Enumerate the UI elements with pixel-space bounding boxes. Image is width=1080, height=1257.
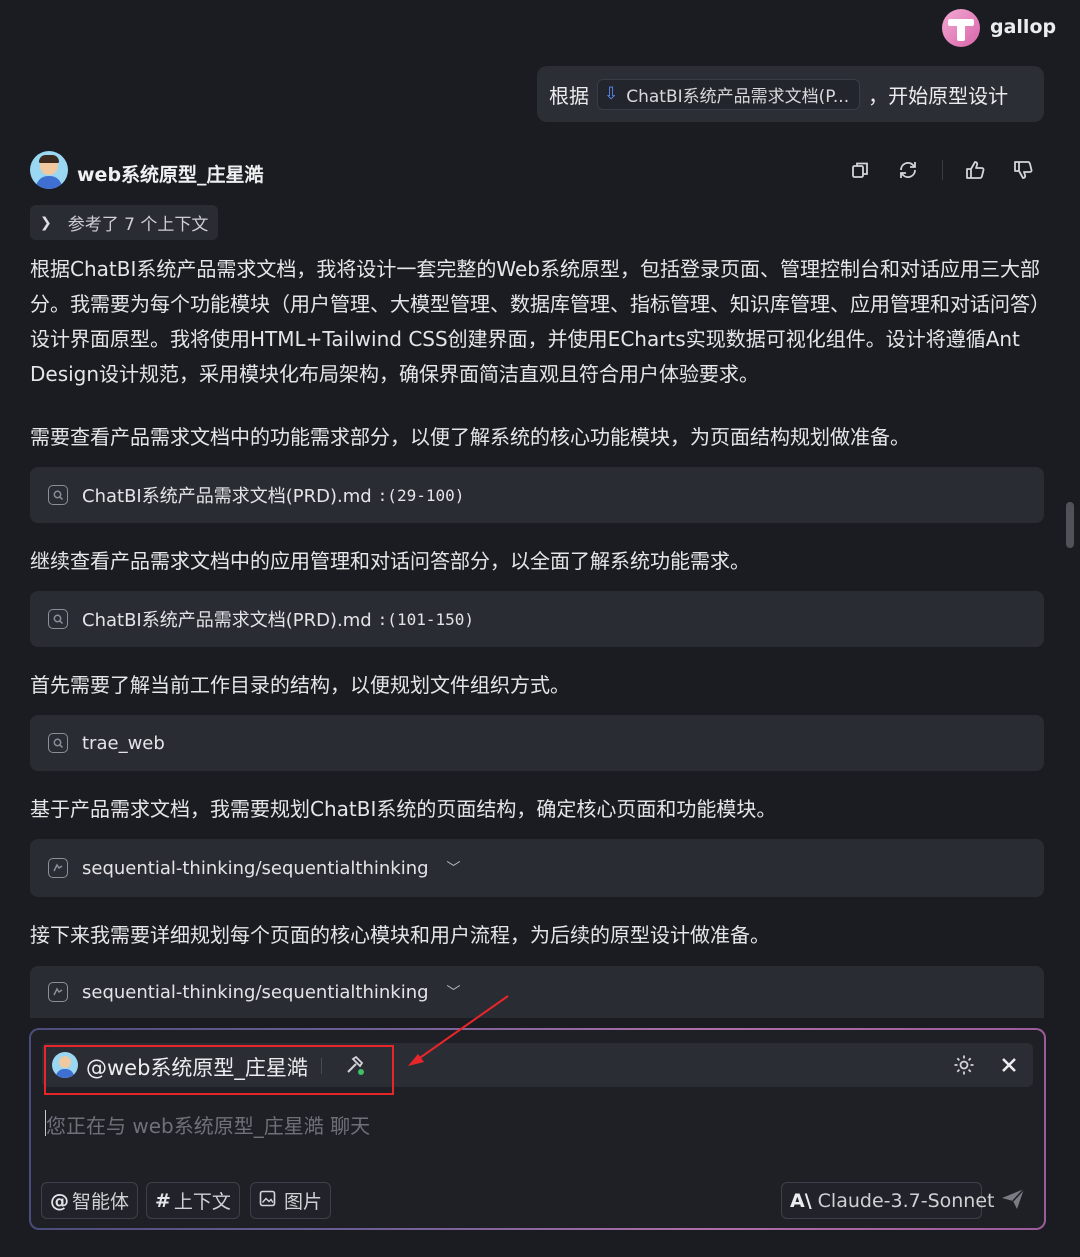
copy-icon[interactable]: [847, 157, 873, 183]
step-text: 接下来我需要详细规划每个页面的核心模块和用户流程，为后续的原型设计做准备。: [30, 923, 770, 947]
tool-call-name: sequential-thinking/sequentialthinking: [82, 857, 429, 879]
gear-icon[interactable]: [951, 1052, 977, 1078]
send-button[interactable]: [996, 1184, 1030, 1218]
download-icon: ⇩: [604, 84, 619, 104]
context-button-label: 上下文: [173, 1191, 231, 1213]
search-icon: [48, 733, 68, 753]
anthropic-logo-icon: A\: [790, 1189, 812, 1212]
tool-call-range: :(29-100): [377, 485, 465, 505]
close-icon[interactable]: [997, 1053, 1021, 1077]
regenerate-icon[interactable]: [895, 157, 921, 183]
thumbs-up-icon[interactable]: [962, 157, 988, 183]
file-chip-label: ChatBI系统产品需求文档(P...: [626, 86, 850, 107]
assistant-avatar: [30, 151, 68, 189]
tool-call-card[interactable]: sequential-thinking/sequentialthinking ﹀: [30, 966, 1044, 1018]
agent-button[interactable]: @ 智能体: [41, 1182, 139, 1219]
image-button[interactable]: 图片: [250, 1182, 332, 1219]
annotation-arrow: [400, 990, 520, 1070]
agent-button-label: 智能体: [72, 1191, 130, 1213]
send-icon: [999, 1185, 1027, 1217]
user-name: gallop: [990, 16, 1057, 38]
chevron-right-icon: ❯: [40, 214, 52, 231]
step-text: 继续查看产品需求文档中的应用管理和对话问答部分，以全面了解系统功能需求。: [30, 549, 750, 573]
hash-icon: #: [155, 1189, 171, 1212]
user-message-suffix: ，开始原型设计: [868, 83, 1009, 108]
assistant-intro-text: 根据ChatBI系统产品需求文档，我将设计一套完整的Web系统原型，包括登录页面…: [30, 257, 1040, 386]
context-button[interactable]: # 上下文: [146, 1182, 240, 1219]
search-icon: [48, 485, 68, 505]
image-icon: [259, 1190, 276, 1212]
thumbs-down-icon[interactable]: [1010, 157, 1036, 183]
tool-call-range: :(101-150): [377, 609, 474, 629]
user-avatar-icon[interactable]: [942, 9, 980, 47]
divider: [942, 160, 943, 180]
step-text: 首先需要了解当前工作目录的结构，以便规划文件组织方式。: [30, 673, 570, 697]
tool-call-card[interactable]: trae_web: [30, 715, 1044, 771]
tool-call-name: ChatBI系统产品需求文档(PRD).md: [82, 486, 372, 507]
step-text: 基于产品需求文档，我需要规划ChatBI系统的页面结构，确定核心页面和功能模块。: [30, 797, 777, 821]
chevron-down-icon[interactable]: ﹀: [447, 858, 461, 878]
tool-call-card[interactable]: ChatBI系统产品需求文档(PRD).md :(101-150): [30, 591, 1044, 647]
scrollbar-thumb[interactable]: [1066, 502, 1074, 548]
tool-call-name: ChatBI系统产品需求文档(PRD).md: [82, 610, 372, 631]
tool-call-name: sequential-thinking/sequentialthinking: [82, 981, 429, 1003]
mcp-tool-icon: [48, 982, 68, 1002]
context-reference-toggle[interactable]: ❯ 参考了 7 个上下文: [30, 205, 219, 240]
tool-call-card[interactable]: ChatBI系统产品需求文档(PRD).md :(29-100): [30, 467, 1044, 523]
user-message-prefix: 根据: [549, 83, 589, 108]
chat-input-placeholder[interactable]: 您正在与 web系统原型_庄星澔 聊天: [46, 1110, 370, 1139]
at-icon: @: [50, 1189, 69, 1212]
step-text: 需要查看产品需求文档中的功能需求部分，以便了解系统的核心功能模块，为页面结构规划…: [30, 425, 910, 449]
model-selector[interactable]: A\ Claude-3.7-Sonnet: [781, 1182, 994, 1219]
file-chip[interactable]: ⇩ ChatBI系统产品需求文档(P...: [597, 78, 861, 110]
user-message-bubble: 根据 ⇩ ChatBI系统产品需求文档(P... ，开始原型设计: [537, 66, 1044, 122]
annotation-highlight-box: [44, 1045, 394, 1095]
image-button-label: 图片: [284, 1191, 323, 1213]
search-icon: [48, 609, 68, 629]
tool-call-card[interactable]: sequential-thinking/sequentialthinking ﹀: [30, 839, 1044, 897]
assistant-name: web系统原型_庄星澔: [77, 164, 264, 186]
model-name: Claude-3.7-Sonnet: [817, 1189, 995, 1212]
tool-call-name: trae_web: [82, 732, 165, 754]
context-reference-label: 参考了 7 个上下文: [67, 215, 209, 235]
mcp-tool-icon: [48, 858, 68, 878]
